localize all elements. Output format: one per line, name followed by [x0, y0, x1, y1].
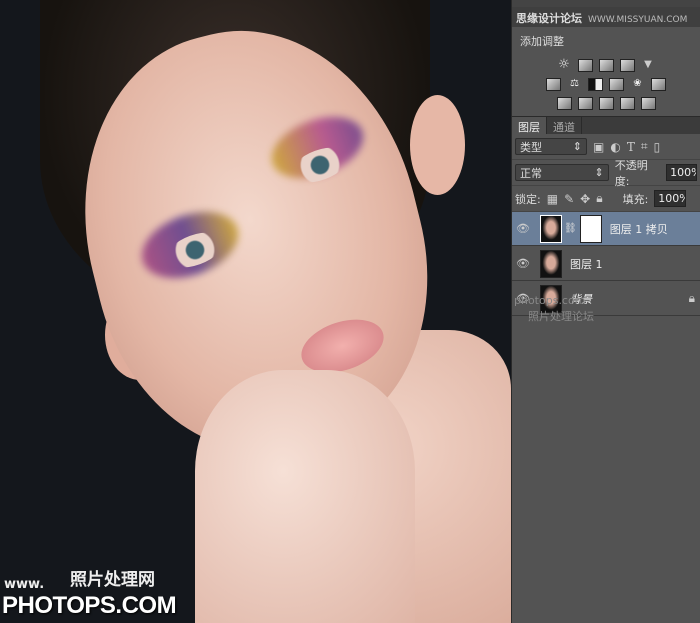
layer-thumbnail — [540, 249, 562, 278]
color-balance-icon[interactable]: ⚖ — [567, 78, 582, 91]
layer-mask-thumbnail[interactable] — [579, 214, 602, 243]
watermark-top: 思缘设计论坛 WWW.MISSYUAN.COM — [512, 7, 700, 27]
right-panel: 思缘设计论坛 WWW.MISSYUAN.COM 添加调整 ☼ ▼ ⚖ ❀ 图层 通… — [511, 0, 700, 623]
layer-row[interactable]: 👁︎ 图层 1 — [512, 247, 700, 281]
vibrance-icon[interactable]: ▼ — [641, 59, 656, 72]
tab-channels[interactable]: 通道 — [547, 117, 582, 134]
adjust-row-1: ☼ ▼ — [512, 58, 700, 72]
photo-ear-right — [410, 95, 465, 195]
blend-row: 正常 ⇕ 不透明度: 100% — [512, 158, 700, 188]
photo-hand — [195, 370, 415, 623]
exposure-icon[interactable] — [619, 59, 635, 72]
watermark-photops: PHOTOPS.COM — [2, 592, 177, 619]
filter-type-icon[interactable]: T — [627, 140, 635, 154]
selective-color-icon[interactable] — [619, 97, 635, 110]
select-arrows-icon: ⇕ — [572, 140, 582, 153]
layer-name: 图层 1 拷贝 — [609, 222, 668, 236]
lock-position-icon[interactable]: ✥ — [580, 192, 590, 206]
watermark-top-cn: 思缘设计论坛 — [516, 12, 582, 25]
lock-transparency-icon[interactable]: ▦ — [547, 192, 558, 206]
lock-image-icon[interactable]: ✎ — [564, 192, 574, 206]
adjust-row-3 — [512, 97, 700, 110]
lock-row: 锁定: ▦ ✎ ✥ 🔒︎ 填充: 100% — [512, 186, 700, 212]
blend-mode-value: 正常 — [520, 166, 542, 180]
eye-icon[interactable]: 👁︎ — [512, 222, 534, 235]
panel-tabs: 图层 通道 — [512, 116, 700, 134]
brightness-icon[interactable]: ☼ — [557, 58, 572, 72]
tab-layers[interactable]: 图层 — [512, 117, 547, 134]
filter-pixel-icon[interactable]: ▣ — [593, 140, 604, 154]
panel-top-bar — [512, 0, 700, 7]
photo-filter-icon[interactable] — [609, 78, 624, 91]
watermark-layers-cn: 照片处理论坛 — [528, 310, 594, 323]
curves-icon[interactable] — [598, 59, 614, 72]
lock-icon: 🔒︎ — [688, 291, 695, 305]
watermark-cn: 照片处理网 — [70, 570, 155, 590]
filter-shape-icon[interactable]: ⌗ — [641, 139, 648, 154]
hue-saturation-icon[interactable] — [546, 78, 561, 91]
watermark-www: www. — [4, 577, 45, 592]
adjustments-title: 添加调整 — [520, 35, 564, 48]
fill-input[interactable]: 100% — [654, 190, 687, 207]
posterize-icon[interactable] — [577, 97, 593, 110]
opacity-input[interactable]: 100% — [666, 164, 697, 181]
layer-name: 图层 1 — [570, 257, 603, 271]
document-canvas[interactable]: www. 照片处理网 PHOTOPS.COM — [0, 0, 511, 623]
layer-row[interactable]: 👁︎ ⛓︎ 图层 1 拷贝 — [512, 212, 700, 246]
filter-smart-object-icon[interactable]: ▯ — [654, 140, 661, 154]
lock-label: 锁定: — [515, 192, 541, 206]
select-arrows-icon: ⇕ — [594, 166, 604, 179]
watermark-layers-url: photops.com — [514, 294, 586, 307]
layer-thumbnail — [540, 214, 562, 243]
channel-mixer-icon[interactable]: ❀ — [630, 78, 645, 91]
invert-icon[interactable] — [556, 97, 572, 110]
filter-adjustment-icon[interactable]: ◐ — [610, 140, 620, 154]
black-white-icon[interactable] — [588, 78, 603, 91]
fill-label: 填充: — [622, 192, 649, 206]
gradient-map-icon[interactable] — [640, 97, 656, 110]
watermark-top-url: WWW.MISSYUAN.COM — [588, 15, 688, 25]
filter-row: 类型 ⇕ ▣ ◐ T ⌗ ▯ — [512, 134, 700, 160]
eye-icon[interactable]: 👁︎ — [512, 257, 534, 270]
color-lookup-icon[interactable] — [651, 78, 666, 91]
photoshop-window: www. 照片处理网 PHOTOPS.COM 思缘设计论坛 WWW.MISSYUA… — [0, 0, 700, 623]
link-icon[interactable]: ⛓︎ — [564, 223, 577, 234]
threshold-icon[interactable] — [598, 97, 614, 110]
lock-all-icon[interactable]: 🔒︎ — [596, 191, 602, 206]
opacity-label: 不透明度: — [614, 158, 648, 188]
filter-kind-value: 类型 — [520, 140, 542, 154]
adjust-row-2: ⚖ ❀ — [512, 78, 700, 91]
filter-kind-select[interactable]: 类型 ⇕ — [515, 138, 587, 155]
blend-mode-select[interactable]: 正常 ⇕ — [515, 164, 609, 181]
levels-icon[interactable] — [577, 59, 593, 72]
